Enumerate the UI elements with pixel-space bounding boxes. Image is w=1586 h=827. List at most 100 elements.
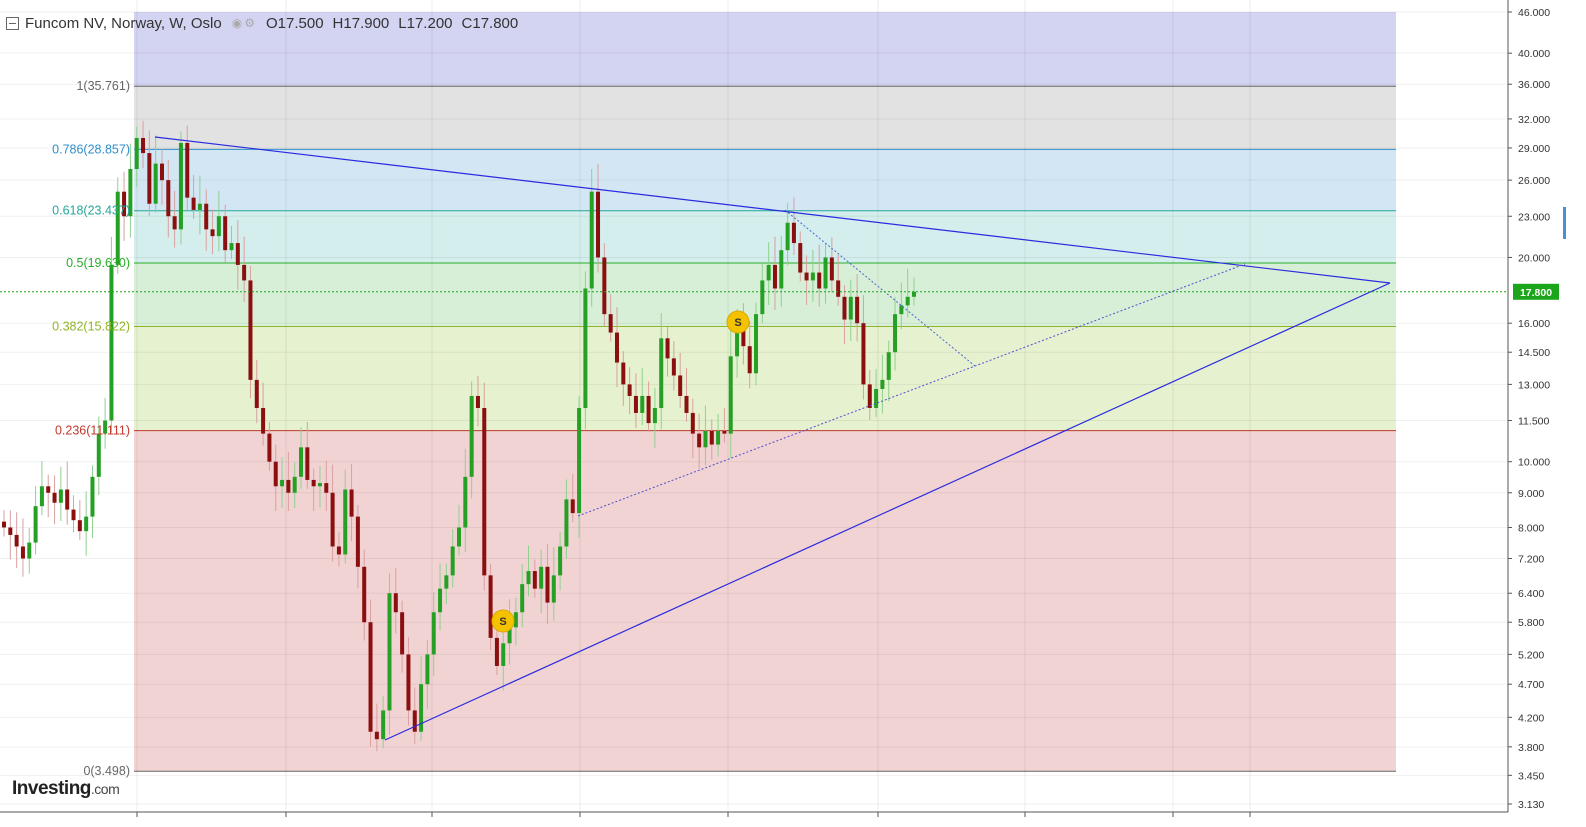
candle-body [52,492,57,503]
axis-tick-label: 46.000 [1518,7,1550,19]
axis-tick-label: 13.000 [1518,379,1550,391]
close-value: C17.800 [461,14,519,32]
candle-body [444,575,449,589]
candle-body [627,384,632,396]
axis-tick-label: 3.450 [1518,770,1544,782]
axis-tick-label: 6.400 [1518,588,1544,600]
candle-body [292,476,297,493]
eye-icon[interactable]: ◉ [232,16,242,30]
candle-body [861,323,866,385]
candle-body [280,479,285,487]
candle-body [387,593,392,711]
candle-body [27,542,32,559]
candle-body [589,191,594,289]
investing-logo[interactable]: Investing.com [12,778,120,800]
last-price-label: 17.800 [1520,287,1552,299]
fib-label: 0.236(11.111) [55,424,130,438]
candle-body [153,163,158,204]
candle-body [488,575,493,638]
scroll-handle [1563,207,1566,239]
candle-body [836,280,841,297]
signal-marker: S [726,310,750,334]
candle-body [324,483,329,493]
candle-body [84,516,89,532]
candle-body [703,430,708,448]
candle-body [558,546,563,576]
symbol-title: Funcom NV, Norway, W, Oslo [25,14,222,32]
axis-tick-label: 5.200 [1518,649,1544,661]
axis-tick-label: 10.000 [1518,457,1550,469]
candle-body [109,264,114,421]
candle-body [412,710,417,732]
candle-body [539,566,544,589]
candle-body [602,257,607,315]
candle-body [216,216,221,237]
candle-body [716,430,721,445]
candle-body [185,142,190,198]
axis-tick-label: 40.000 [1518,48,1550,60]
candle-body [336,546,341,555]
candle-body [305,447,310,480]
signal-label: S [499,616,506,628]
candle-body [39,486,44,507]
candle-body [482,407,487,576]
candle-body [608,314,613,333]
candle-body [810,272,815,281]
settings-icon[interactable]: ⚙ [244,16,255,30]
candle-body [501,643,506,666]
collapse-icon[interactable] [6,16,19,30]
candle-body [564,499,569,547]
axis-tick-label: 32.000 [1518,114,1550,126]
candle-body [551,575,556,603]
candle-body [659,338,664,408]
candle-body [842,296,847,320]
price-chart[interactable]: S S 46.000 40.000 36.000 32.000 29.000 26.000 2… [0,0,1586,827]
candle-body [77,520,82,532]
candle-body [570,499,575,514]
candle-body [8,527,13,535]
candle-body [766,264,771,281]
fib-zone [134,210,1396,263]
candle-body [343,489,348,555]
candle-body [286,479,291,493]
candle-body [494,637,499,666]
candle-body [754,314,759,374]
last-price-tag: 17.800 [1513,283,1559,300]
candle-body [633,395,638,413]
candle-body [513,612,518,628]
high-value: H17.900 [332,14,390,32]
axis-tick-label: 20.000 [1518,252,1550,264]
candle-body [393,593,398,613]
candle-body [141,137,146,154]
candle-body [20,546,25,559]
candle-body [33,506,38,543]
candle-body [362,566,367,623]
candle-body [65,489,70,510]
candle-body [747,346,752,374]
candle-body [431,612,436,655]
candle-body [58,489,63,503]
candle-body [147,153,152,204]
candle-body [886,352,891,380]
candle-body [299,447,304,477]
candle-body [96,433,101,477]
candle-body [728,356,733,434]
candle-body [229,243,234,251]
candle-body [242,264,247,281]
candle-body [520,584,525,613]
candle-body [381,710,386,740]
fib-label: 0(3.498) [83,764,130,778]
candle-body [545,566,550,603]
axis-tick-label: 14.500 [1518,347,1550,359]
candle-body [804,272,809,281]
candle-body [463,476,468,528]
candle-body [71,509,76,521]
candle-body [261,407,266,434]
candle-body [791,222,796,244]
fib-zone [134,326,1396,431]
candle-body [640,395,645,413]
candle-body [159,163,164,181]
candle-body [400,612,405,655]
candle-body [210,229,215,237]
candle-body [709,430,714,445]
